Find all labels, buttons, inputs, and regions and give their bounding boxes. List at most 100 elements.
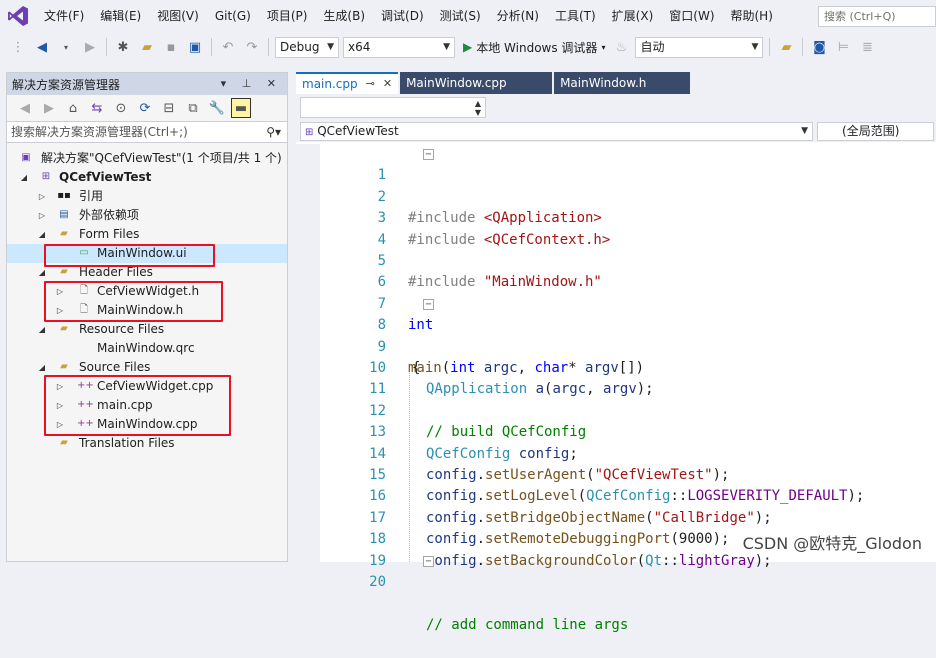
menu-tools[interactable]: 工具(T) xyxy=(547,0,604,32)
collapse-icon[interactable]: − xyxy=(423,149,434,160)
navigate-back-icon[interactable]: ◀ xyxy=(32,37,52,57)
expanded-arrow-icon[interactable]: ◢ xyxy=(19,168,29,187)
toolbar-separator xyxy=(802,38,804,56)
method-name: setBackgroundColor xyxy=(485,552,637,569)
class-name: QApplication xyxy=(426,381,528,398)
menu-view[interactable]: 视图(V) xyxy=(149,0,207,32)
collapsed-arrow-icon[interactable]: ▷ xyxy=(37,206,47,225)
navigate-forward-icon[interactable]: ▶ xyxy=(80,37,100,57)
new-project-icon[interactable]: ✱ xyxy=(113,37,133,57)
visual-studio-logo-icon[interactable] xyxy=(0,0,36,32)
open-file-icon[interactable]: ▰ xyxy=(137,37,157,57)
editor-scope-select-empty[interactable]: ▲ ▼ xyxy=(300,96,486,118)
start-debugging-button[interactable]: ▶ 本地 Windows 调试器 ▾ xyxy=(463,39,605,56)
window-layout-icon[interactable]: ◙ xyxy=(809,37,829,57)
save-icon[interactable]: ▪ xyxy=(161,37,181,57)
menu-build[interactable]: 生成(B) xyxy=(315,0,373,32)
string-literal: "QCefViewTest" xyxy=(594,467,713,483)
redo-icon[interactable]: ↷ xyxy=(242,37,262,57)
solution-platform-select[interactable]: x64 ▼ xyxy=(343,36,455,58)
variable: config xyxy=(426,488,477,505)
tree-external-deps[interactable]: ▷ ▤ 外部依赖项 xyxy=(7,206,287,225)
close-icon[interactable]: ✕ xyxy=(383,75,392,93)
show-all-files-icon[interactable]: ⧉ xyxy=(183,98,203,118)
method-name: setLogLevel xyxy=(485,488,578,505)
indent-icon[interactable]: ≣ xyxy=(857,37,877,57)
external-dependencies-icon: ▤ xyxy=(59,209,69,220)
filter-folder-icon: ▰ xyxy=(60,266,68,277)
filter-folder-icon: ▰ xyxy=(60,361,68,372)
tab-mainwindow-cpp[interactable]: MainWindow.cpp xyxy=(400,72,553,94)
menu-edit[interactable]: 编辑(E) xyxy=(92,0,149,32)
folder-icon[interactable]: ▰ xyxy=(776,37,796,57)
pin-icon[interactable]: ⊸ xyxy=(366,75,375,93)
preview-icon[interactable]: ▬ xyxy=(231,98,251,118)
tree-item-label: QCefViewTest xyxy=(59,170,152,184)
collapse-all-icon[interactable]: ⊟ xyxy=(159,98,179,118)
home-icon[interactable]: ⌂ xyxy=(63,98,83,118)
menu-help[interactable]: 帮助(H) xyxy=(723,0,781,32)
properties-wrench-icon[interactable]: 🔧 xyxy=(207,98,227,118)
pending-changes-icon[interactable]: ⊙ xyxy=(111,98,131,118)
filter-folder-icon: ▰ xyxy=(60,228,68,239)
collapse-icon[interactable]: − xyxy=(423,555,434,567)
tree-item-label: Resource Files xyxy=(79,322,165,336)
highlight-box-ui-file xyxy=(44,244,215,267)
switch-views-icon[interactable]: ⇆ xyxy=(87,98,107,118)
tree-solution-root[interactable]: ▣ 解决方案"QCefViewTest"(1 个项目/共 1 个) xyxy=(7,149,287,168)
solution-search-input[interactable]: 搜索解决方案资源管理器(Ctrl+;) ⚲▾ xyxy=(7,121,287,143)
editor-nav-bar: ⊞ QCefViewTest ▼ (全局范围) xyxy=(296,120,936,142)
tree-item-label: MainWindow.qrc xyxy=(97,341,195,355)
menu-debug[interactable]: 调试(D) xyxy=(373,0,432,32)
sync-icon[interactable]: ⟳ xyxy=(135,98,155,118)
code-text-area[interactable]: 1 − #include <QApplication> 2 3 #include… xyxy=(296,144,936,633)
punctuation: ( xyxy=(577,488,587,505)
tree-folder-translation-files[interactable]: ▰ Translation Files xyxy=(7,434,287,453)
menu-git[interactable]: Git(G) xyxy=(207,0,259,32)
solution-search-placeholder: 搜索解决方案资源管理器(Ctrl+;) xyxy=(11,125,188,139)
punctuation: ( xyxy=(441,360,451,377)
hot-reload-icon[interactable]: ♨ xyxy=(611,37,631,57)
tree-folder-resource-files[interactable]: ◢ ▰ Resource Files xyxy=(7,320,287,339)
expanded-arrow-icon[interactable]: ◢ xyxy=(37,225,47,244)
chevron-down-icon: ▼ xyxy=(801,125,809,136)
debug-mode-select[interactable]: 自动 ▼ xyxy=(635,36,764,58)
menu-extensions[interactable]: 扩展(X) xyxy=(604,0,662,32)
tree-folder-form-files[interactable]: ◢ ▰ Form Files xyxy=(7,225,287,244)
code-line: 5 #include "MainWindow.h" xyxy=(320,230,602,290)
tree-file-mainwindow-qrc[interactable]: MainWindow.qrc xyxy=(7,339,287,358)
chevron-down-icon: ▼ xyxy=(327,41,334,52)
code-line: 19 xyxy=(320,529,386,569)
project-dropdown[interactable]: ⊞ QCefViewTest ▼ xyxy=(300,121,814,141)
expanded-arrow-icon[interactable]: ◢ xyxy=(37,320,47,339)
menu-test[interactable]: 测试(S) xyxy=(432,0,489,32)
solution-config-select[interactable]: Debug ▼ xyxy=(275,36,339,58)
punctuation: ); xyxy=(712,467,730,483)
code-line: 14 config.setUserAgent("QCefViewTest"); xyxy=(320,422,729,483)
menu-analyze[interactable]: 分析(N) xyxy=(489,0,547,32)
tab-main-cpp[interactable]: main.cpp ⊸ ✕ xyxy=(296,72,399,94)
format-icon[interactable]: ⊨ xyxy=(833,37,853,57)
menu-file[interactable]: 文件(F) xyxy=(36,0,92,32)
tree-project[interactable]: ◢ ⊞ QCefViewTest xyxy=(7,168,287,187)
back-dropdown-icon[interactable]: ▾ xyxy=(56,37,76,57)
preprocessor-directive: #include xyxy=(408,231,484,248)
code-line: 10 QApplication a(argc, argv); xyxy=(320,337,653,397)
tab-mainwindow-h[interactable]: MainWindow.h xyxy=(554,72,691,94)
solution-config-value: Debug xyxy=(280,39,320,54)
scope-dropdown[interactable]: (全局范围) xyxy=(817,121,934,141)
menu-project[interactable]: 项目(P) xyxy=(259,0,316,32)
panel-window-controls[interactable]: ▾ ⊥ ✕ xyxy=(221,73,282,95)
collapsed-arrow-icon[interactable]: ▷ xyxy=(37,187,47,206)
tree-references[interactable]: ▷ ▪▪ 引用 xyxy=(7,187,287,206)
back-icon[interactable]: ◀ xyxy=(15,98,35,118)
editor-gutter xyxy=(296,144,320,562)
save-all-icon[interactable]: ▣ xyxy=(185,37,205,57)
scope-dropdown-value: (全局范围) xyxy=(842,123,900,138)
undo-icon[interactable]: ↶ xyxy=(218,37,238,57)
forward-icon[interactable]: ▶ xyxy=(39,98,59,118)
menu-window[interactable]: 窗口(W) xyxy=(661,0,722,32)
global-search-input[interactable]: 搜索 (Ctrl+Q) xyxy=(818,6,936,27)
collapse-icon[interactable]: − xyxy=(423,298,434,310)
punctuation: , xyxy=(586,381,604,398)
